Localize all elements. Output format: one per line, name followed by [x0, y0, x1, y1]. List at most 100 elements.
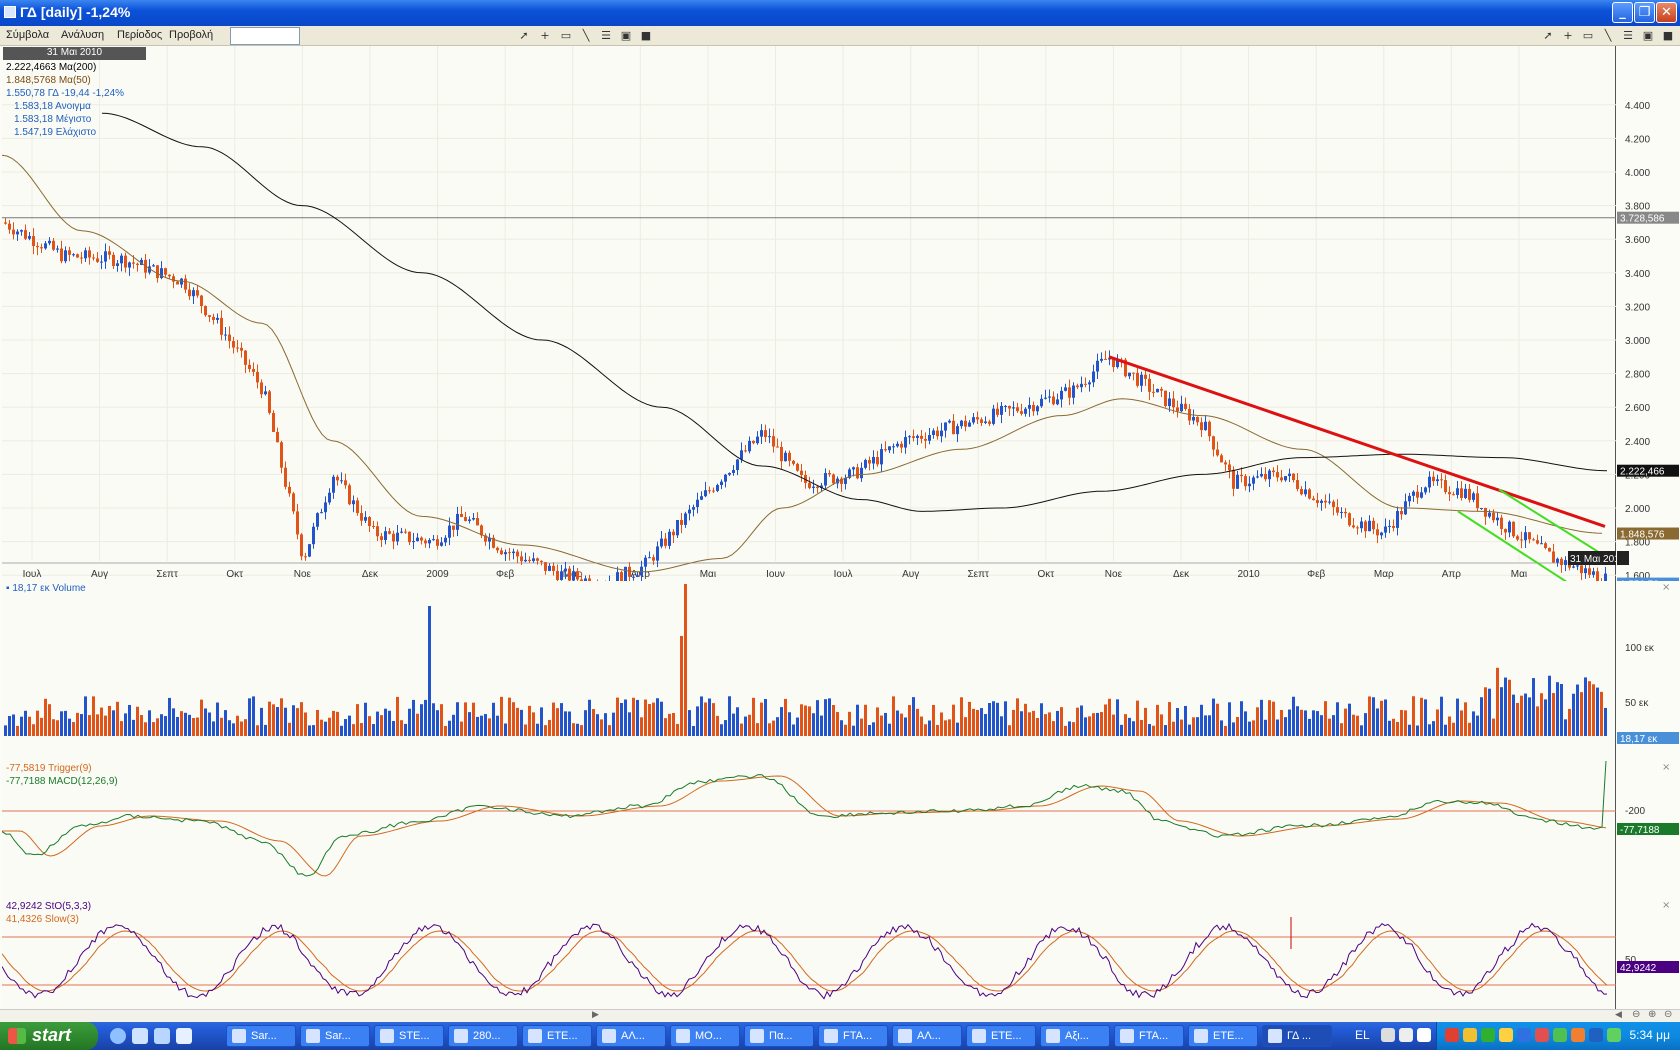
volume-bar [1524, 693, 1527, 736]
volume-bar [1232, 722, 1235, 736]
volume-bar [800, 704, 803, 736]
menu-analysis[interactable]: Ανάλυση [61, 29, 104, 41]
crosshair-icon[interactable]: + [537, 28, 553, 44]
stochastic-plot[interactable] [1, 899, 1616, 1009]
candle-body [752, 440, 755, 444]
volume-plot[interactable] [2, 581, 1616, 761]
clock[interactable]: 5:34 μμ [1629, 1028, 1670, 1042]
tray-icon-10[interactable] [1607, 1028, 1621, 1042]
price-axis[interactable]: 4.400 4.200 4.000 3.800 3.600 3.400 3.200 3.000… [1617, 46, 1680, 591]
zoom-out-icon[interactable]: ⊖ [1632, 1009, 1640, 1020]
chart-icon-right[interactable]: ▣ [1640, 28, 1656, 44]
volume-bar [20, 716, 23, 736]
tray-icon-8[interactable] [1571, 1028, 1585, 1042]
scroll-right-icon[interactable]: ▶ [592, 1010, 599, 1020]
tray-icon-9[interactable] [1589, 1028, 1603, 1042]
app-icon [4, 6, 16, 18]
rectangle-icon[interactable]: ▭ [558, 28, 574, 44]
stochastic-axis[interactable]: 50 42,9242 [1617, 899, 1680, 1009]
crosshair-icon-right[interactable]: + [1560, 28, 1576, 44]
scroll-left-icon[interactable]: ◀ [1615, 1010, 1622, 1020]
tray-icon-1[interactable] [1445, 1028, 1459, 1042]
taskbar-button[interactable]: Sar... [226, 1025, 296, 1047]
tray-icon-4[interactable] [1499, 1028, 1513, 1042]
taskbar-button[interactable]: 280... [448, 1025, 518, 1047]
tray-icon-3[interactable] [1481, 1028, 1495, 1042]
symbol-input[interactable] [230, 27, 300, 45]
tray-edit-icon[interactable] [1399, 1028, 1413, 1042]
menu-period[interactable]: Περίοδος [117, 29, 162, 41]
pointer-icon-right[interactable]: ➚ [1540, 28, 1556, 44]
taskbar-button[interactable]: ΑΛ... [596, 1025, 666, 1047]
macd-axis[interactable]: -77,7188 -200 [1617, 761, 1680, 899]
volume-bar [604, 713, 607, 736]
candle-body [616, 572, 619, 585]
taskbar-button[interactable]: ΜΟ... [670, 1025, 740, 1047]
volume-bar [440, 704, 443, 736]
candle-body [1220, 455, 1223, 463]
hlines-icon-right[interactable]: ☰ [1620, 28, 1636, 44]
volume-bar [1068, 721, 1071, 736]
save-icon-right[interactable]: ■ [1660, 28, 1676, 44]
taskbar-button[interactable]: ΕΤΕ... [1188, 1025, 1258, 1047]
candle-body [872, 456, 875, 464]
taskbar-button[interactable]: Αξι... [1040, 1025, 1110, 1047]
tray-help-icon[interactable] [1417, 1028, 1431, 1042]
close-stochastic-panel-icon[interactable]: × [1662, 900, 1670, 911]
taskbar-button[interactable]: ΕΤΕ... [966, 1025, 1036, 1047]
candle-body [1564, 560, 1567, 566]
start-button[interactable]: start [0, 1022, 98, 1050]
quicklaunch-media-icon[interactable] [154, 1028, 170, 1044]
quicklaunch-app-icon[interactable] [132, 1028, 148, 1044]
application-window: ΓΔ [daily] -1,24% _ ❐ ✕ Σύμβολα Ανάλυση … [0, 0, 1680, 1050]
line-tool-icon-right[interactable]: ╲ [1600, 28, 1616, 44]
menu-symbols[interactable]: Σύμβολα [6, 29, 49, 41]
volume-bar [136, 706, 139, 736]
line-tool-icon[interactable]: ╲ [578, 28, 594, 44]
quicklaunch-desktop-icon[interactable] [176, 1028, 192, 1044]
zoom-reset-icon[interactable]: ⊝ [1664, 1009, 1672, 1020]
volume-bar [1060, 707, 1063, 736]
pointer-icon[interactable]: ➚ [516, 28, 532, 44]
taskbar-button[interactable]: ΑΛ... [892, 1025, 962, 1047]
volume-bar [48, 704, 51, 736]
volume-bar [128, 704, 131, 736]
tray-icon-6[interactable] [1535, 1028, 1549, 1042]
volume-axis[interactable]: 100 εκ 50 εκ 18,17 εκ [1617, 581, 1680, 761]
volume-bar [152, 722, 155, 736]
chart-icon[interactable]: ▣ [618, 28, 634, 44]
close-volume-panel-icon[interactable]: × [1662, 582, 1670, 593]
save-icon[interactable]: ■ [638, 28, 654, 44]
macd-plot[interactable] [1, 760, 1616, 899]
volume-bar [212, 721, 215, 736]
tray-icon-5[interactable] [1517, 1028, 1531, 1042]
taskbar-button[interactable]: ETE... [522, 1025, 592, 1047]
tray-tool-icon[interactable] [1381, 1028, 1395, 1042]
taskbar-button[interactable]: Sar... [300, 1025, 370, 1047]
candle-body [1156, 388, 1159, 393]
price-plot[interactable]: Ιουλ Αυγ Σεπτ Οκτ Νοε Δεκ 2009 Φεβ Μαρ Απρ Μαι Ιουν… [1, 46, 1626, 598]
close-button[interactable]: ✕ [1656, 2, 1677, 23]
language-indicator[interactable]: EL [1355, 1028, 1370, 1042]
volume-bar [716, 715, 719, 736]
hlines-icon[interactable]: ☰ [598, 28, 614, 44]
close-macd-panel-icon[interactable]: × [1662, 762, 1670, 773]
volume-bar [768, 723, 771, 736]
restore-button[interactable]: ❐ [1634, 2, 1655, 23]
taskbar-button[interactable]: STE... [374, 1025, 444, 1047]
horizontal-scrollbar[interactable]: ▶ ◀ ⊖ ⊕ ⊝ [0, 1009, 1680, 1022]
taskbar-button[interactable]: FTA... [1114, 1025, 1184, 1047]
tray-icon-7[interactable] [1553, 1028, 1567, 1042]
minimize-button[interactable]: _ [1612, 2, 1633, 23]
taskbar-button[interactable]: ΓΔ ... [1262, 1025, 1332, 1047]
taskbar-button[interactable]: FTA... [818, 1025, 888, 1047]
candle-body [300, 534, 303, 557]
candle-body [1076, 385, 1079, 388]
taskbar-button[interactable]: Πα... [744, 1025, 814, 1047]
tray-icon-2[interactable] [1463, 1028, 1477, 1042]
rectangle-icon-right[interactable]: ▭ [1580, 28, 1596, 44]
menu-view[interactable]: Προβολή [169, 29, 213, 41]
zoom-in-icon[interactable]: ⊕ [1648, 1009, 1656, 1020]
title-bar[interactable]: ΓΔ [daily] -1,24% _ ❐ ✕ [0, 0, 1680, 26]
quicklaunch-ie-icon[interactable] [110, 1028, 126, 1044]
